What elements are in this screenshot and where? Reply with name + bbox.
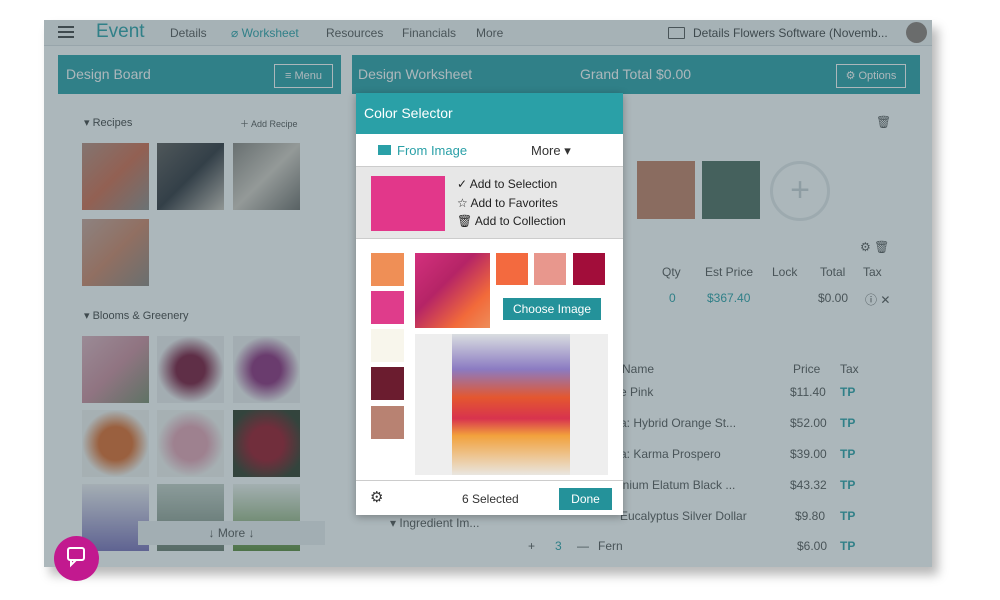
tab-more[interactable]: More ▾: [531, 143, 571, 159]
image-crop-preview[interactable]: [415, 253, 490, 328]
color-selector-tabs: From Image More ▾: [356, 134, 623, 167]
palette-swatch[interactable]: [371, 291, 404, 324]
choose-image-button[interactable]: Choose Image: [503, 298, 601, 320]
add-to-favorites-button[interactable]: ☆ Add to Favorites: [457, 196, 558, 210]
chat-icon: [67, 547, 85, 568]
palette-swatch[interactable]: [371, 406, 404, 439]
selected-color-preview: [371, 176, 445, 231]
color-selector-title: Color Selector: [356, 93, 623, 134]
add-to-favorites-label: Add to Favorites: [470, 196, 558, 210]
source-image-frame: [415, 334, 608, 475]
palette-swatch[interactable]: [371, 253, 404, 286]
selected-count: 6 Selected: [462, 492, 519, 506]
color-selector-dialog: Color Selector From Image More ▾ ✓ Add t…: [356, 93, 623, 515]
bouquet-image[interactable]: [452, 334, 570, 475]
palette-swatch[interactable]: [371, 329, 404, 362]
palette-swatch[interactable]: [371, 367, 404, 400]
add-to-selection-button[interactable]: ✓ Add to Selection: [457, 177, 557, 191]
color-actions-panel: ✓ Add to Selection ☆ Add to Favorites 🗑 …: [356, 167, 623, 239]
image-icon: [378, 145, 391, 155]
add-to-selection-label: Add to Selection: [469, 177, 558, 191]
palette-swatch[interactable]: [534, 253, 566, 285]
palette-swatch[interactable]: [496, 253, 528, 285]
tab-more-label: More: [531, 143, 561, 158]
add-to-collection-button[interactable]: 🗑 Add to Collection: [457, 214, 566, 228]
done-button[interactable]: Done: [559, 488, 612, 510]
add-to-collection-label: Add to Collection: [474, 214, 566, 228]
chat-button[interactable]: [54, 536, 99, 581]
dialog-footer: ⚙ 6 Selected Done: [356, 480, 623, 515]
tab-from-image-label: From Image: [397, 143, 468, 158]
palette-swatch[interactable]: [573, 253, 605, 285]
tab-from-image[interactable]: From Image: [378, 143, 467, 158]
sync-icon[interactable]: ⚙: [370, 488, 383, 506]
